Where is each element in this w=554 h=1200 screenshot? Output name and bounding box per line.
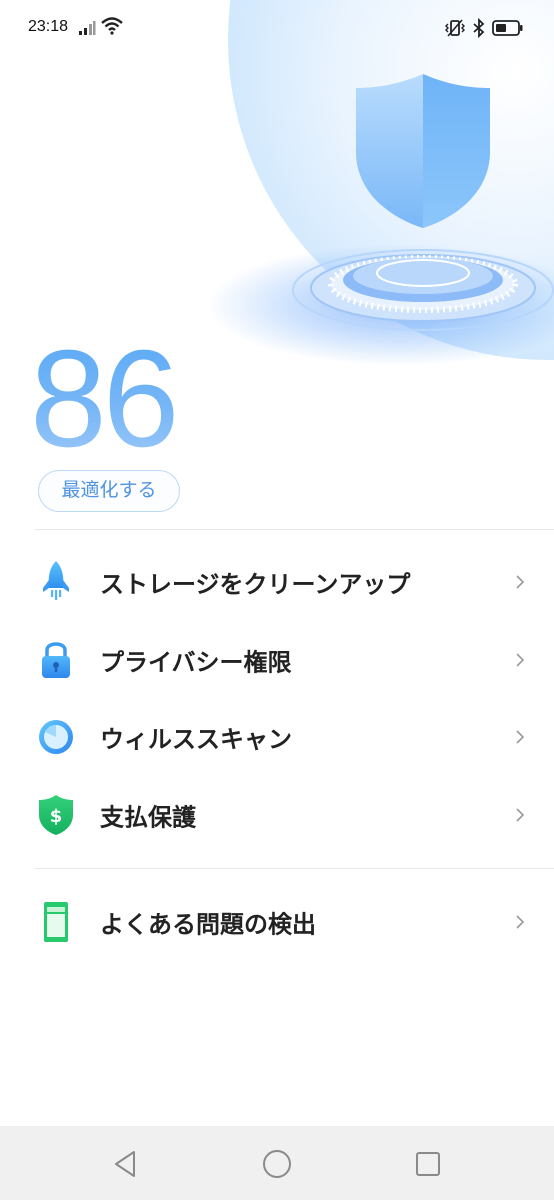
menu-item-common-problems[interactable]: よくある問題の検出 [0, 883, 554, 961]
status-bar: 23:18 [0, 0, 554, 56]
divider [35, 529, 554, 530]
chevron-right-icon [516, 915, 525, 929]
lock-icon [42, 642, 70, 678]
menu-item-label: 支払保護 [100, 803, 196, 832]
menu-item-payment-protection[interactable]: $ 支払保護 [0, 776, 554, 854]
menu-item-label: プライバシー権限 [100, 648, 292, 677]
menu-item-label: ストレージをクリーンアップ [100, 570, 411, 599]
divider [35, 868, 554, 869]
virus-scan-icon [39, 720, 73, 754]
chevron-right-icon [516, 575, 525, 589]
navigation-bar [0, 1126, 554, 1200]
status-time: 23:18 [28, 18, 69, 35]
shield-icon [356, 74, 490, 228]
home-icon[interactable] [261, 1148, 293, 1180]
vibrate-icon [445, 19, 465, 37]
menu-item-virus-scan[interactable]: ウィルススキャン [0, 698, 554, 776]
battery-icon [492, 20, 523, 36]
security-score: 86 [30, 322, 179, 476]
menu-item-privacy-permissions[interactable]: プライバシー権限 [0, 621, 554, 699]
bluetooth-icon [473, 18, 485, 38]
chevron-right-icon [516, 808, 525, 822]
optimize-button[interactable]: 最適化する [38, 470, 180, 512]
payment-shield-icon: $ [39, 795, 73, 835]
phone-check-icon [44, 902, 68, 942]
back-icon[interactable] [110, 1148, 142, 1180]
rocket-icon [43, 561, 69, 600]
wifi-icon [101, 17, 123, 35]
svg-text:$: $ [50, 806, 63, 827]
chevron-right-icon [516, 730, 525, 744]
menu-item-label: ウィルススキャン [100, 725, 292, 754]
chevron-right-icon [516, 653, 525, 667]
recents-icon[interactable] [412, 1148, 444, 1180]
menu-item-storage-cleanup[interactable]: ストレージをクリーンアップ [0, 543, 554, 621]
radar-platform-icon [292, 249, 554, 331]
menu-item-label: よくある問題の検出 [100, 910, 316, 939]
signal-icon [79, 21, 96, 35]
